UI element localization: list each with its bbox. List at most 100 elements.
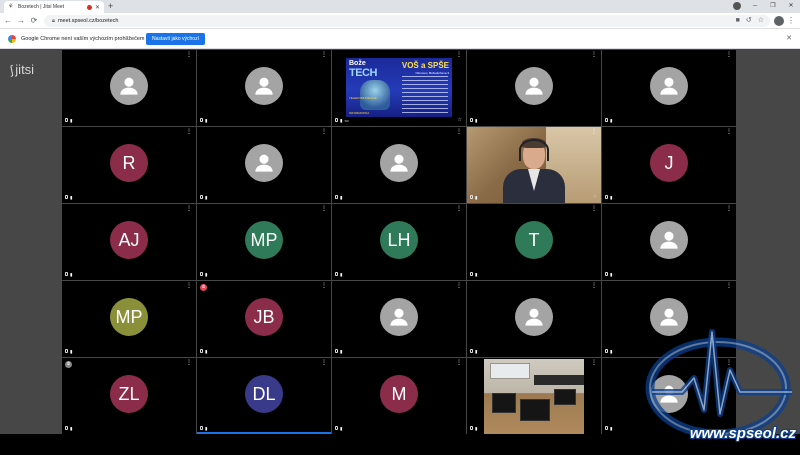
poster-footer: INFORMATIKA bbox=[349, 111, 370, 115]
tile-menu-icon[interactable]: ⋮ bbox=[726, 283, 732, 289]
participant-tile[interactable]: ⋮ ▮ bbox=[197, 127, 331, 203]
tile-menu-icon[interactable]: ⋮ bbox=[186, 283, 192, 289]
tile-menu-icon[interactable]: ⋮ bbox=[456, 206, 462, 212]
participant-tile[interactable]: J ⋮ ▮ bbox=[602, 127, 736, 203]
participant-tile[interactable]: ⋮ ▮ bbox=[467, 281, 601, 357]
tile-menu-icon[interactable]: ⋮ bbox=[591, 52, 597, 58]
tile-menu-icon[interactable]: ⋮ bbox=[321, 52, 327, 58]
participant-tile[interactable]: DL ⋮ ▮ bbox=[197, 358, 331, 434]
muted-mic-icon bbox=[200, 118, 203, 122]
participant-avatar: ZL bbox=[110, 375, 148, 413]
reload-button[interactable]: ⟳ bbox=[28, 13, 40, 29]
tile-status-icons: ▮ bbox=[65, 118, 72, 123]
participant-tile[interactable]: ZL ✋︎ ⋮ ▮ bbox=[62, 358, 196, 434]
muted-mic-icon bbox=[470, 272, 473, 276]
default-user-icon bbox=[660, 77, 678, 95]
default-user-icon bbox=[660, 308, 678, 326]
participant-tile[interactable]: Bože TECH VOŠ a SPŠE Olomouc, Božetěchova 3… bbox=[332, 50, 466, 126]
muted-mic-icon bbox=[65, 195, 68, 199]
dominant-speaker-star-icon: ☆ bbox=[457, 117, 462, 123]
tile-status-icons: ▮ bbox=[605, 349, 612, 354]
connection-icon: ▮ bbox=[340, 349, 343, 354]
muted-mic-icon bbox=[335, 195, 338, 199]
tile-menu-icon[interactable]: ⋮ bbox=[186, 129, 192, 135]
back-button[interactable]: ← bbox=[2, 13, 14, 29]
default-user-icon bbox=[525, 308, 543, 326]
tab-close-icon[interactable]: ✕ bbox=[95, 4, 100, 11]
chrome-menu-icon[interactable]: ⋮ bbox=[787, 13, 795, 29]
camera-permission-icon[interactable]: ■ bbox=[736, 13, 740, 29]
participant-tile[interactable]: ⋮ ▮ bbox=[332, 281, 466, 357]
default-browser-infobar: Google Chrome není vaším výchozím prohlí… bbox=[0, 29, 800, 49]
participant-tile[interactable]: T ⋮ ▮ bbox=[467, 204, 601, 280]
infobar-close-icon[interactable]: ✕ bbox=[786, 29, 792, 49]
default-user-icon bbox=[255, 77, 273, 95]
tile-menu-icon[interactable]: ⋮ bbox=[726, 52, 732, 58]
poster-tag: TELEKOMUNIKACE bbox=[349, 96, 377, 100]
maximize-button[interactable]: ❐ bbox=[764, 0, 782, 13]
participant-tile[interactable]: ⋮ ▮ bbox=[467, 50, 601, 126]
tile-status-icons: ▮ bbox=[65, 349, 72, 354]
participant-tile[interactable]: ⋮ ▮ bbox=[602, 358, 736, 434]
close-window-button[interactable]: ✕ bbox=[782, 0, 800, 13]
connection-icon: ▮ bbox=[610, 272, 613, 277]
downloads-icon[interactable] bbox=[728, 0, 746, 13]
participant-tile[interactable]: ⋮ ▮ bbox=[602, 281, 736, 357]
poster-tech: TECH bbox=[349, 67, 377, 79]
muted-mic-icon bbox=[605, 349, 608, 353]
tile-menu-icon[interactable]: ⋮ bbox=[186, 360, 192, 366]
participant-tile[interactable]: MP ⋮ ▮ bbox=[197, 204, 331, 280]
muted-mic-icon bbox=[605, 118, 608, 122]
tile-menu-icon[interactable]: ⋮ bbox=[456, 129, 462, 135]
profile-avatar-icon[interactable] bbox=[774, 16, 784, 26]
participant-tile[interactable]: LH ⋮ ▮ bbox=[332, 204, 466, 280]
raised-hand-icon: ✋︎ bbox=[65, 361, 72, 368]
tile-menu-icon[interactable]: ⋮ bbox=[456, 283, 462, 289]
participant-tile[interactable]: R ⋮ ▮ bbox=[62, 127, 196, 203]
participant-tile[interactable]: AJ ⋮ ▮ bbox=[62, 204, 196, 280]
translate-icon[interactable]: ↺ bbox=[746, 13, 752, 29]
participant-tile[interactable]: ⋮ ▮ ☆ bbox=[467, 127, 601, 203]
new-tab-button[interactable]: + bbox=[108, 1, 113, 12]
tile-menu-icon[interactable]: ⋮ bbox=[186, 206, 192, 212]
tile-menu-icon[interactable]: ⋮ bbox=[726, 206, 732, 212]
participant-tile[interactable]: JB ✋︎ ⋮ ▮ bbox=[197, 281, 331, 357]
tile-menu-icon[interactable]: ⋮ bbox=[456, 52, 462, 58]
jitsi-logo[interactable]: ∫ jitsi bbox=[9, 62, 34, 77]
tile-menu-icon[interactable]: ⋮ bbox=[726, 360, 732, 366]
tile-menu-icon[interactable]: ⋮ bbox=[591, 283, 597, 289]
connection-icon: ▮ bbox=[610, 349, 613, 354]
lock-icon[interactable]: 🔒︎ bbox=[52, 18, 55, 24]
tile-menu-icon[interactable]: ⋮ bbox=[591, 206, 597, 212]
tile-menu-icon[interactable]: ⋮ bbox=[456, 360, 462, 366]
tile-menu-icon[interactable]: ⋮ bbox=[321, 129, 327, 135]
minimize-button[interactable]: ─ bbox=[746, 0, 764, 13]
participant-tile[interactable]: M ⋮ ▮ bbox=[332, 358, 466, 434]
tile-menu-icon[interactable]: ⋮ bbox=[321, 360, 327, 366]
tile-menu-icon[interactable]: ⋮ bbox=[591, 129, 597, 135]
participant-tile[interactable]: ⋮ ▮ bbox=[602, 50, 736, 126]
set-default-button[interactable]: Nastavit jako výchozí bbox=[146, 33, 205, 45]
participant-tile[interactable]: MP ⋮ ▮ bbox=[62, 281, 196, 357]
connection-icon: ▮ bbox=[475, 349, 478, 354]
tile-menu-icon[interactable]: ⋮ bbox=[591, 360, 597, 366]
tile-menu-icon[interactable]: ⋮ bbox=[321, 206, 327, 212]
participant-tile[interactable]: ⋮ ▮ bbox=[197, 50, 331, 126]
browser-tab[interactable]: ⚘ Bozetech | Jitsi Meet ✕ bbox=[4, 1, 104, 13]
connection-icon: ▮ bbox=[475, 272, 478, 277]
participant-tile[interactable]: ⋮ ▮ bbox=[332, 127, 466, 203]
participant-avatar: JB bbox=[245, 298, 283, 336]
tile-status-icons: ▮ bbox=[200, 349, 207, 354]
chrome-logo-icon bbox=[8, 35, 16, 43]
url-field[interactable]: 🔒︎ meet.spseol.cz/bozetech bbox=[44, 15, 770, 27]
participant-tile[interactable]: ⋮ ▮ bbox=[62, 50, 196, 126]
bookmark-star-icon[interactable]: ☆ bbox=[758, 13, 764, 29]
headset-icon bbox=[519, 139, 549, 161]
tile-menu-icon[interactable]: ⋮ bbox=[321, 283, 327, 289]
participant-tile[interactable]: ⋮ ▮ bbox=[467, 358, 601, 434]
participant-tile[interactable]: ⋮ ▮ bbox=[602, 204, 736, 280]
tile-menu-icon[interactable]: ⋮ bbox=[186, 52, 192, 58]
tile-menu-icon[interactable]: ⋮ bbox=[726, 129, 732, 135]
forward-button[interactable]: → bbox=[15, 13, 27, 29]
muted-mic-icon bbox=[65, 272, 68, 276]
